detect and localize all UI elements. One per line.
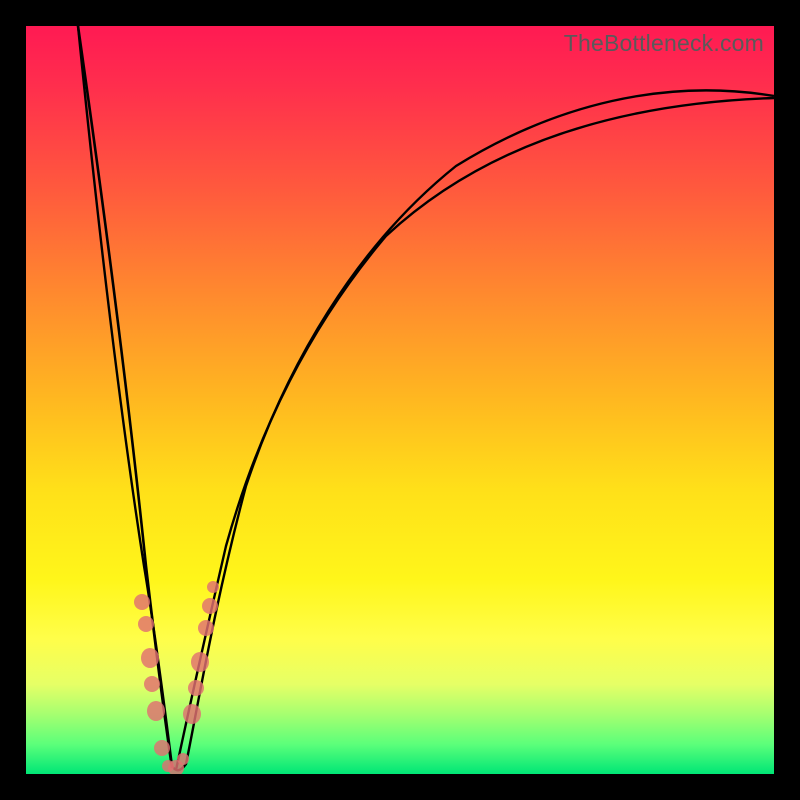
highlight-dot — [144, 676, 160, 692]
highlight-dot — [134, 594, 150, 610]
curve-path-right — [176, 98, 774, 770]
curve-path — [78, 26, 774, 770]
chart-frame: TheBottleneck.com — [0, 0, 800, 800]
highlight-dot — [202, 598, 218, 614]
highlight-dot — [177, 753, 189, 765]
plot-area: TheBottleneck.com — [26, 26, 774, 774]
highlight-dot — [138, 616, 154, 632]
bottleneck-curve — [26, 26, 774, 774]
highlight-dot — [188, 680, 204, 696]
highlight-dot — [154, 740, 170, 756]
highlight-dot — [191, 652, 209, 672]
highlight-dot — [198, 620, 214, 636]
highlight-dot — [183, 704, 201, 724]
highlight-dot — [147, 701, 165, 721]
highlight-dot — [207, 581, 219, 593]
highlight-dot — [141, 648, 159, 668]
watermark-text: TheBottleneck.com — [564, 30, 764, 57]
